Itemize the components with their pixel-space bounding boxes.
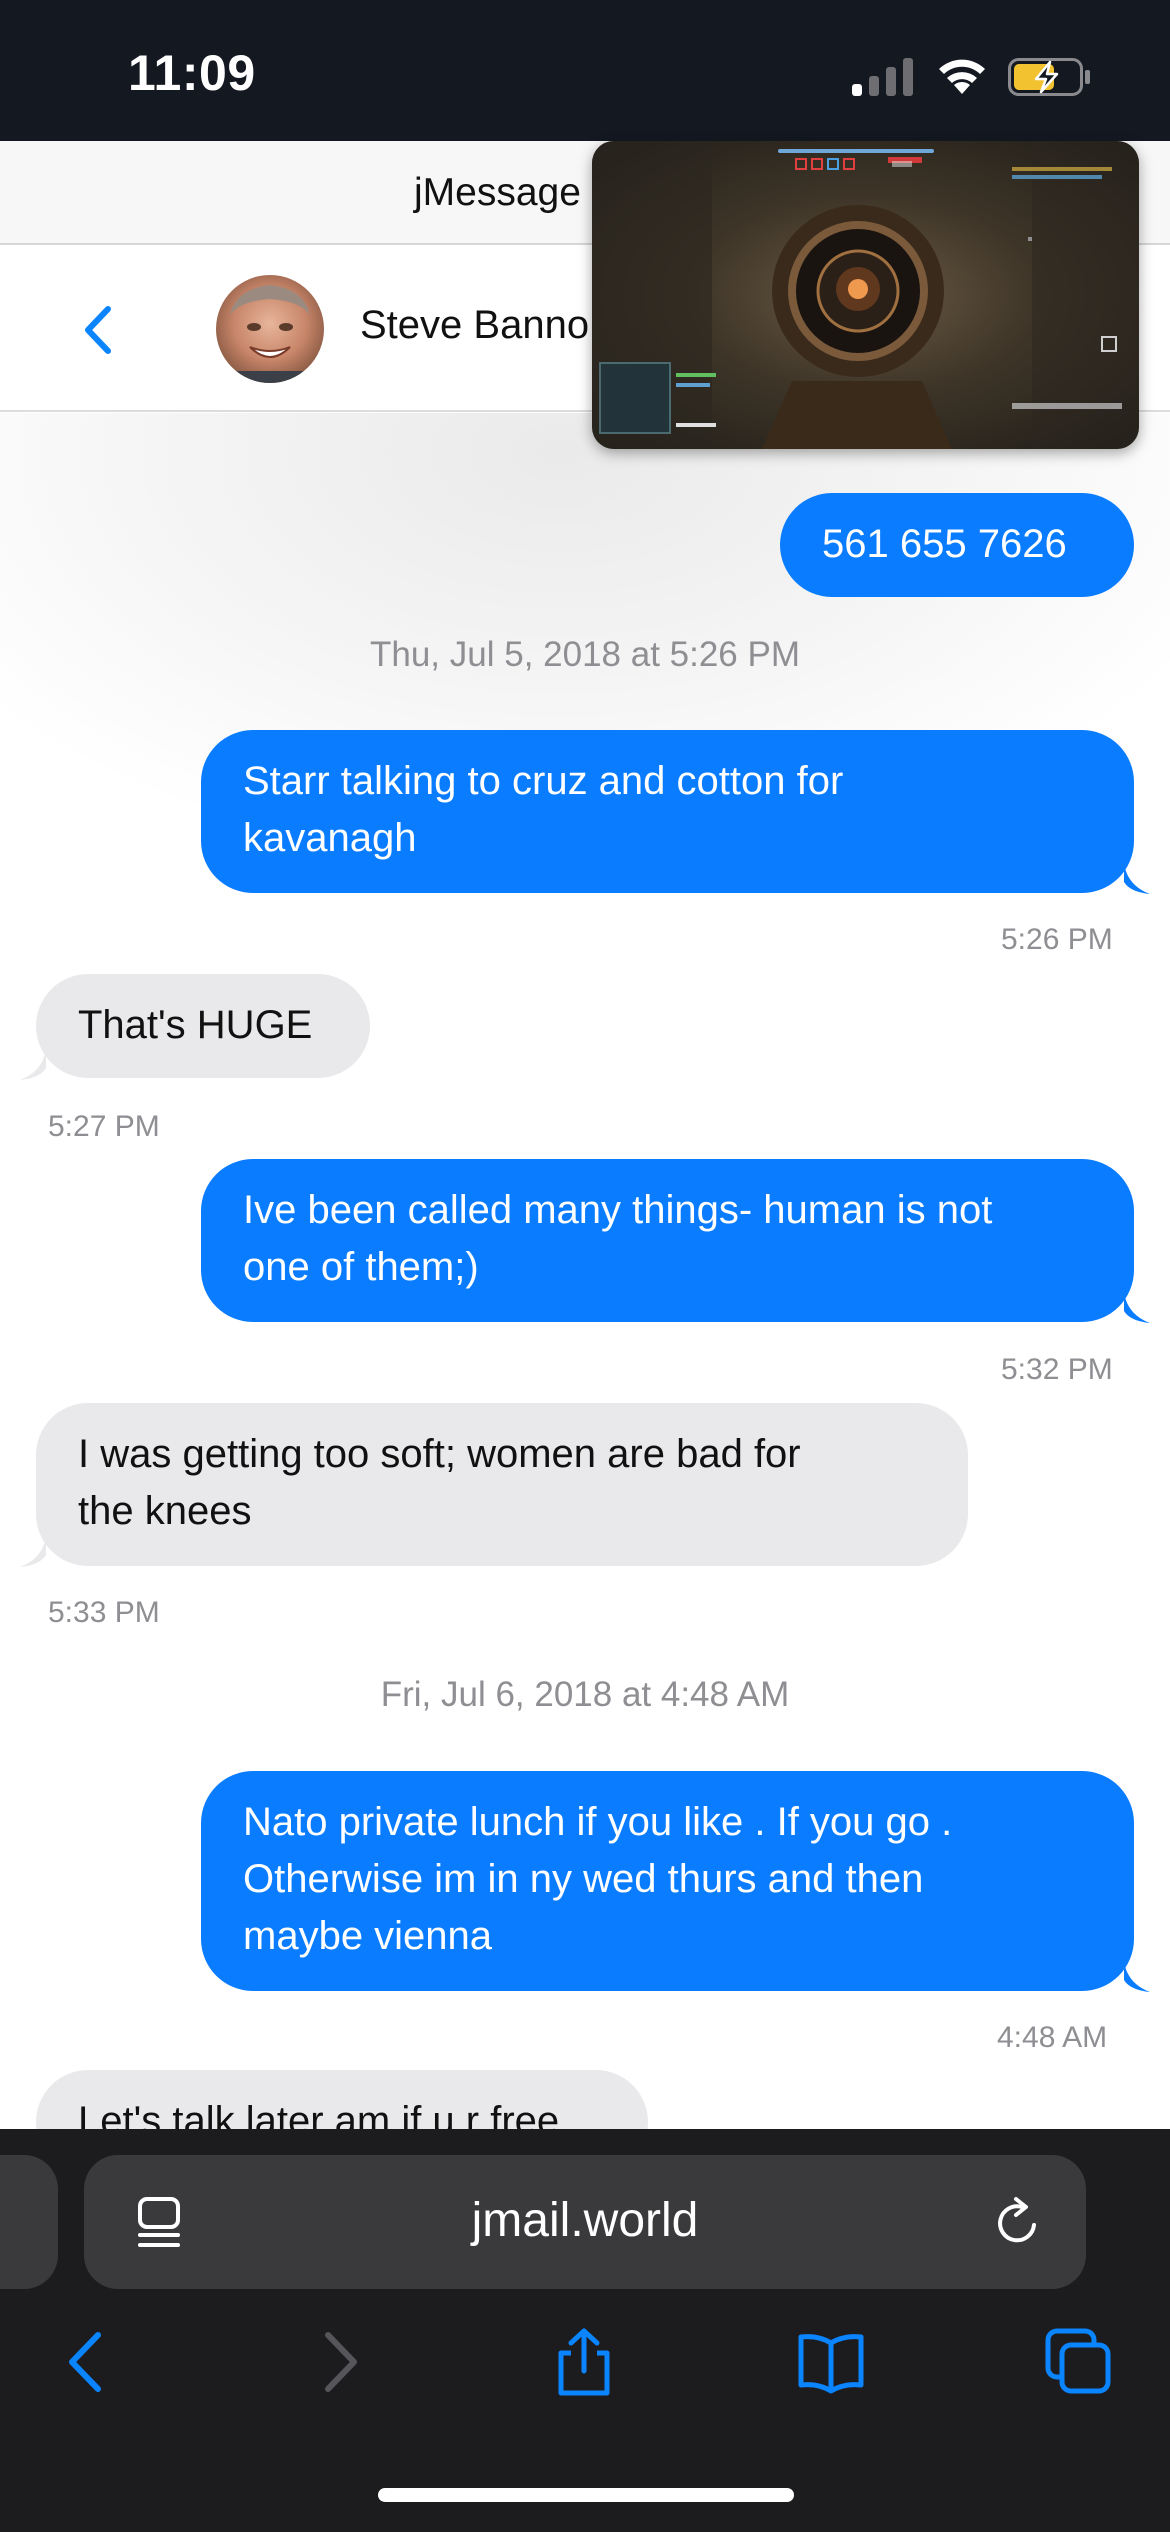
message-bubble-outgoing[interactable]: Starr talking to cruz and cotton for kav… [201, 730, 1134, 893]
bubble-tail [1124, 864, 1150, 894]
back-chevron-icon[interactable] [78, 303, 118, 357]
address-bar[interactable]: jmail.world [84, 2155, 1086, 2289]
status-bar: 11:09 [0, 0, 1170, 141]
signal-icon [852, 58, 913, 96]
message-text-line: Otherwise im in ny wed thurs and then [243, 1857, 924, 1901]
message-text-line: Starr talking to cruz and cotton for [243, 759, 844, 803]
bubble-tail [20, 1050, 46, 1080]
message-text: 561 655 7626 [822, 522, 1067, 566]
message-timestamp: 5:26 PM [1001, 923, 1113, 956]
message-bubble-incoming[interactable]: I was getting too soft; women are bad fo… [36, 1403, 968, 1566]
date-header: Fri, Jul 6, 2018 at 4:48 AM [380, 1675, 790, 1714]
message-text-line: maybe vienna [243, 1914, 493, 1958]
status-time: 11:09 [128, 45, 256, 101]
avatar-face-icon [216, 285, 324, 383]
share-icon[interactable] [549, 2327, 619, 2397]
message-text-line: kavanagh [243, 816, 417, 860]
battery-charging-icon [1008, 58, 1090, 96]
browser-toolbar: jmail.world [0, 2129, 1170, 2532]
message-thread[interactable]: 561 655 7626 Thu, Jul 5, 2018 at 5:26 PM… [0, 413, 1170, 2129]
wifi-icon [939, 59, 985, 94]
avatar[interactable] [216, 275, 324, 383]
message-bubble-outgoing[interactable]: Nato private lunch if you like . If you … [201, 1771, 1134, 1991]
message-timestamp: 5:27 PM [48, 1110, 160, 1143]
message-text-line: one of them;) [243, 1245, 479, 1289]
message-bubble-outgoing[interactable]: 561 655 7626 [780, 493, 1134, 597]
message-text-line: Ive been called many things- human is no… [243, 1188, 993, 1232]
back-icon[interactable] [52, 2327, 122, 2397]
message-timestamp: 5:33 PM [48, 1596, 160, 1629]
app-title: jMessage [414, 171, 581, 214]
bookmarks-icon[interactable] [796, 2327, 866, 2397]
message-bubble-incoming[interactable]: That's HUGE [36, 974, 370, 1078]
message-timestamp: 5:32 PM [1001, 1353, 1113, 1386]
home-indicator[interactable] [378, 2488, 794, 2502]
reload-icon[interactable] [992, 2195, 1044, 2249]
message-text: That's HUGE [78, 1003, 313, 1047]
bubble-tail [1124, 1293, 1150, 1323]
contact-name[interactable]: Steve Banno [360, 303, 589, 348]
message-bubble-incoming[interactable]: Let's talk later am if u r free [36, 2070, 648, 2129]
date-header: Thu, Jul 5, 2018 at 5:26 PM [370, 635, 800, 674]
message-text-line: I was getting too soft; women are bad fo… [78, 1432, 801, 1476]
message-text-line: the knees [78, 1489, 252, 1533]
previous-tab-pill[interactable] [0, 2155, 58, 2289]
picture-in-picture-video[interactable] [592, 141, 1139, 449]
message-bubble-outgoing[interactable]: Ive been called many things- human is no… [201, 1159, 1134, 1322]
message-timestamp: 4:48 AM [997, 2021, 1108, 2054]
forward-icon[interactable] [304, 2327, 374, 2397]
bubble-tail [20, 1537, 46, 1567]
message-text: Let's talk later am if u r free [78, 2099, 560, 2129]
message-text-line: Nato private lunch if you like . If you … [243, 1800, 953, 1844]
game-video-frame [592, 141, 1139, 449]
tabs-icon[interactable] [1044, 2327, 1114, 2397]
bubble-tail [1124, 1962, 1150, 1992]
url-text[interactable]: jmail.world [84, 2193, 1086, 2248]
